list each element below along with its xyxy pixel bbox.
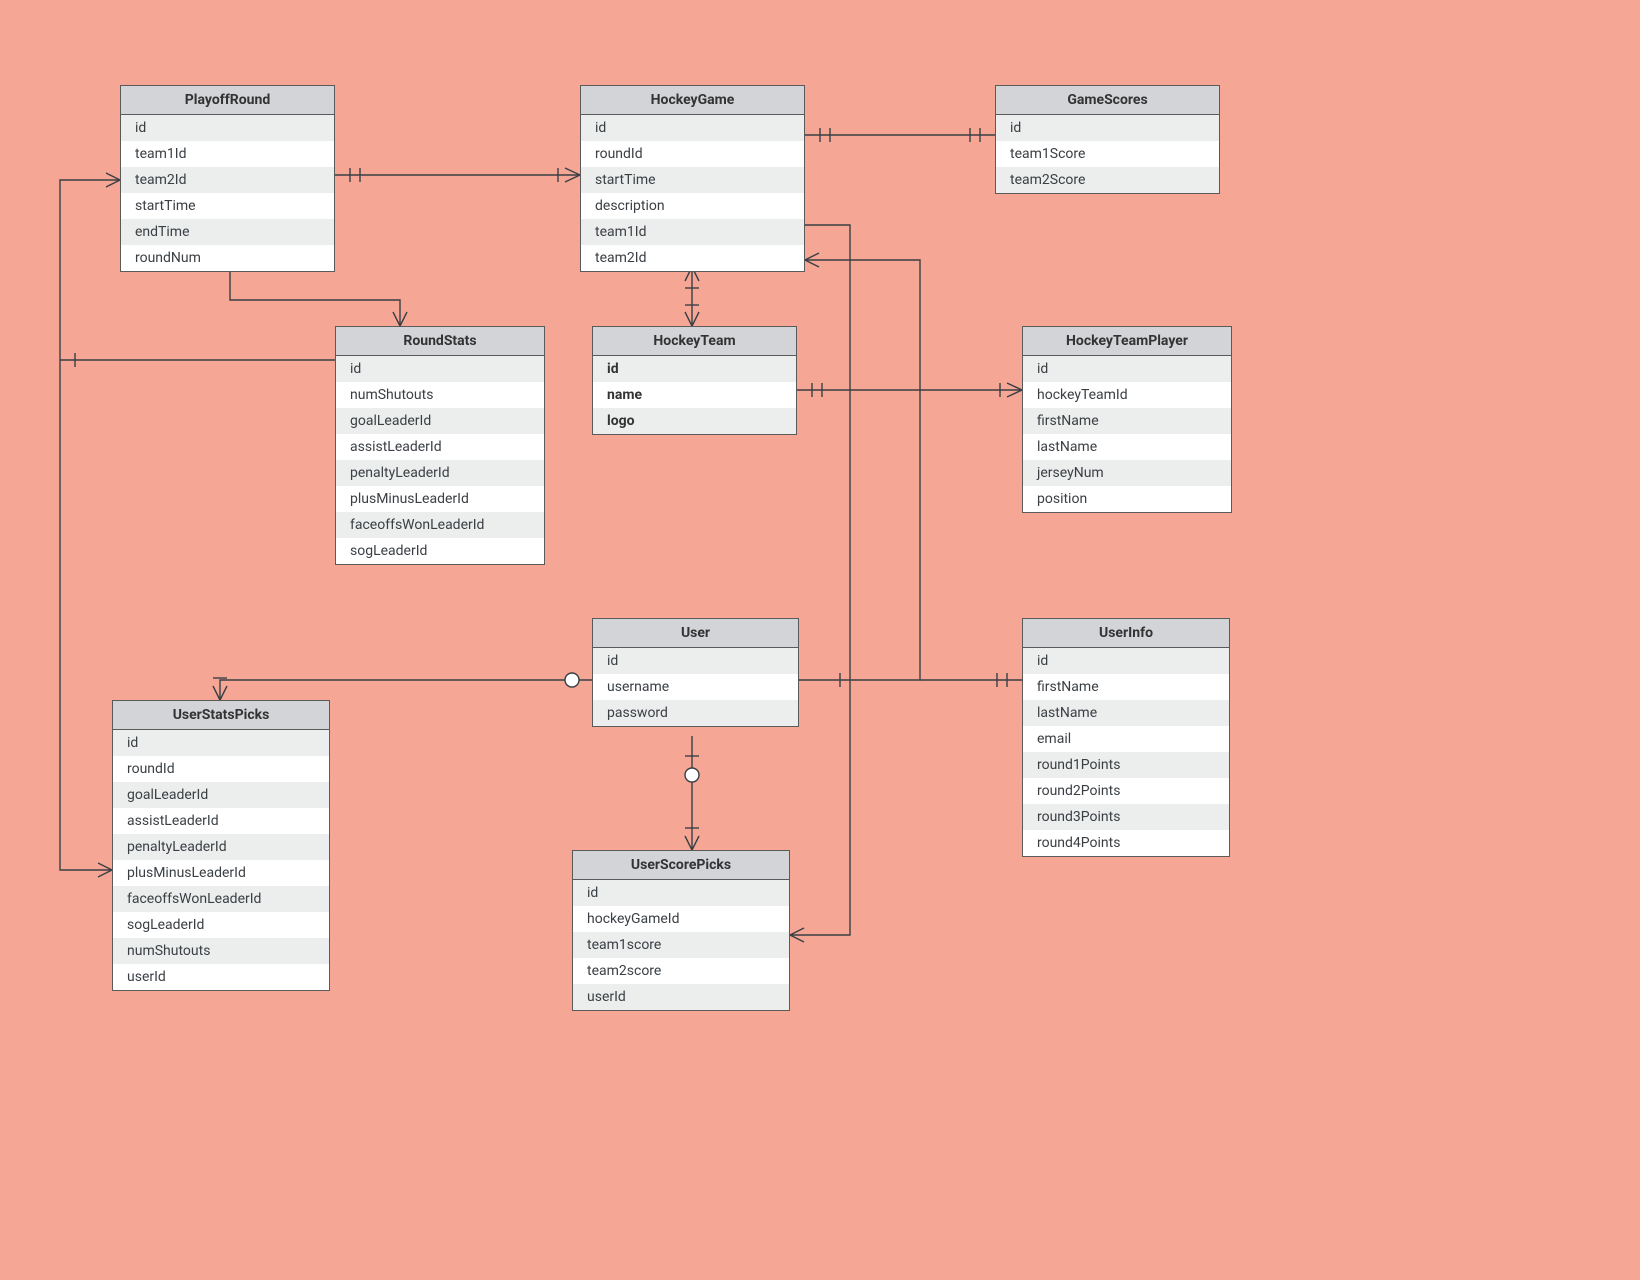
entity-attribute: firstName <box>1023 674 1229 700</box>
entity-rows: idhockeyTeamIdfirstNamelastNamejerseyNum… <box>1023 356 1231 512</box>
entity-attribute: roundNum <box>121 245 334 271</box>
entity-attribute: team1Id <box>581 219 804 245</box>
entity-attribute: numShutouts <box>336 382 544 408</box>
entity-attribute: userId <box>113 964 329 990</box>
entity-attribute: description <box>581 193 804 219</box>
entity-attribute: penaltyLeaderId <box>113 834 329 860</box>
entity-attribute: penaltyLeaderId <box>336 460 544 486</box>
entity-attribute: id <box>593 648 798 674</box>
entity-rows: idnamelogo <box>593 356 796 434</box>
entity-attribute: faceoffsWonLeaderId <box>336 512 544 538</box>
entity-rows: idhockeyGameIdteam1scoreteam2scoreuserId <box>573 880 789 1010</box>
entity-attribute: team2Id <box>581 245 804 271</box>
entity-gameScores: GameScoresidteam1Scoreteam2Score <box>995 85 1220 194</box>
entity-attribute: position <box>1023 486 1231 512</box>
entity-attribute: startTime <box>581 167 804 193</box>
entity-attribute: name <box>593 382 796 408</box>
entity-attribute: id <box>581 115 804 141</box>
entity-attribute: team2Id <box>121 167 334 193</box>
entity-attribute: team1Score <box>996 141 1219 167</box>
entity-header: User <box>593 619 798 648</box>
entity-attribute: userId <box>573 984 789 1010</box>
entity-attribute: sogLeaderId <box>336 538 544 564</box>
entity-attribute: assistLeaderId <box>113 808 329 834</box>
entity-attribute: lastName <box>1023 434 1231 460</box>
entity-attribute: id <box>121 115 334 141</box>
entity-attribute: sogLeaderId <box>113 912 329 938</box>
entity-attribute: round2Points <box>1023 778 1229 804</box>
entity-attribute: faceoffsWonLeaderId <box>113 886 329 912</box>
entity-attribute: goalLeaderId <box>336 408 544 434</box>
entity-attribute: id <box>113 730 329 756</box>
entity-rows: idnumShutoutsgoalLeaderIdassistLeaderIdp… <box>336 356 544 564</box>
entity-attribute: assistLeaderId <box>336 434 544 460</box>
entity-attribute: round4Points <box>1023 830 1229 856</box>
entity-attribute: roundId <box>113 756 329 782</box>
entity-hockeyTeam: HockeyTeamidnamelogo <box>592 326 797 435</box>
entity-attribute: team2Score <box>996 167 1219 193</box>
entity-attribute: lastName <box>1023 700 1229 726</box>
entity-attribute: hockeyTeamId <box>1023 382 1231 408</box>
entity-attribute: jerseyNum <box>1023 460 1231 486</box>
entity-attribute: plusMinusLeaderId <box>336 486 544 512</box>
entity-rows: idroundIdstartTimedescriptionteam1Idteam… <box>581 115 804 271</box>
entity-attribute: team2score <box>573 958 789 984</box>
entity-hockeyGame: HockeyGameidroundIdstartTimedescriptiont… <box>580 85 805 272</box>
entity-playoffRound: PlayoffRoundidteam1Idteam2IdstartTimeend… <box>120 85 335 272</box>
entity-rows: idteam1Scoreteam2Score <box>996 115 1219 193</box>
entity-userInfo: UserInfoidfirstNamelastNameemailround1Po… <box>1022 618 1230 857</box>
entity-header: UserScorePicks <box>573 851 789 880</box>
entity-hockeyTeamPlayer: HockeyTeamPlayeridhockeyTeamIdfirstNamel… <box>1022 326 1232 513</box>
entity-attribute: logo <box>593 408 796 434</box>
entity-attribute: startTime <box>121 193 334 219</box>
entity-attribute: hockeyGameId <box>573 906 789 932</box>
entity-header: HockeyTeamPlayer <box>1023 327 1231 356</box>
entity-attribute: roundId <box>581 141 804 167</box>
entity-attribute: goalLeaderId <box>113 782 329 808</box>
entity-attribute: plusMinusLeaderId <box>113 860 329 886</box>
entity-attribute: round1Points <box>1023 752 1229 778</box>
entity-rows: idteam1Idteam2IdstartTimeendTimeroundNum <box>121 115 334 271</box>
entity-attribute: endTime <box>121 219 334 245</box>
entity-attribute: team1Id <box>121 141 334 167</box>
entity-header: PlayoffRound <box>121 86 334 115</box>
entity-attribute: firstName <box>1023 408 1231 434</box>
entity-roundStats: RoundStatsidnumShutoutsgoalLeaderIdassis… <box>335 326 545 565</box>
entity-attribute: email <box>1023 726 1229 752</box>
entity-rows: idfirstNamelastNameemailround1Pointsroun… <box>1023 648 1229 856</box>
entity-attribute: username <box>593 674 798 700</box>
entity-attribute: id <box>573 880 789 906</box>
entity-attribute: round3Points <box>1023 804 1229 830</box>
entity-rows: idroundIdgoalLeaderIdassistLeaderIdpenal… <box>113 730 329 990</box>
entity-attribute: id <box>1023 648 1229 674</box>
entity-header: UserInfo <box>1023 619 1229 648</box>
entity-userStatsPicks: UserStatsPicksidroundIdgoalLeaderIdassis… <box>112 700 330 991</box>
entity-header: HockeyTeam <box>593 327 796 356</box>
entity-attribute: id <box>1023 356 1231 382</box>
entity-header: UserStatsPicks <box>113 701 329 730</box>
entity-attribute: id <box>593 356 796 382</box>
entity-attribute: password <box>593 700 798 726</box>
entity-header: HockeyGame <box>581 86 804 115</box>
entity-header: GameScores <box>996 86 1219 115</box>
entity-attribute: id <box>996 115 1219 141</box>
entity-userScorePicks: UserScorePicksidhockeyGameIdteam1scorete… <box>572 850 790 1011</box>
entity-attribute: id <box>336 356 544 382</box>
entity-attribute: team1score <box>573 932 789 958</box>
entity-user: Useridusernamepassword <box>592 618 799 727</box>
entity-header: RoundStats <box>336 327 544 356</box>
entity-rows: idusernamepassword <box>593 648 798 726</box>
entity-attribute: numShutouts <box>113 938 329 964</box>
